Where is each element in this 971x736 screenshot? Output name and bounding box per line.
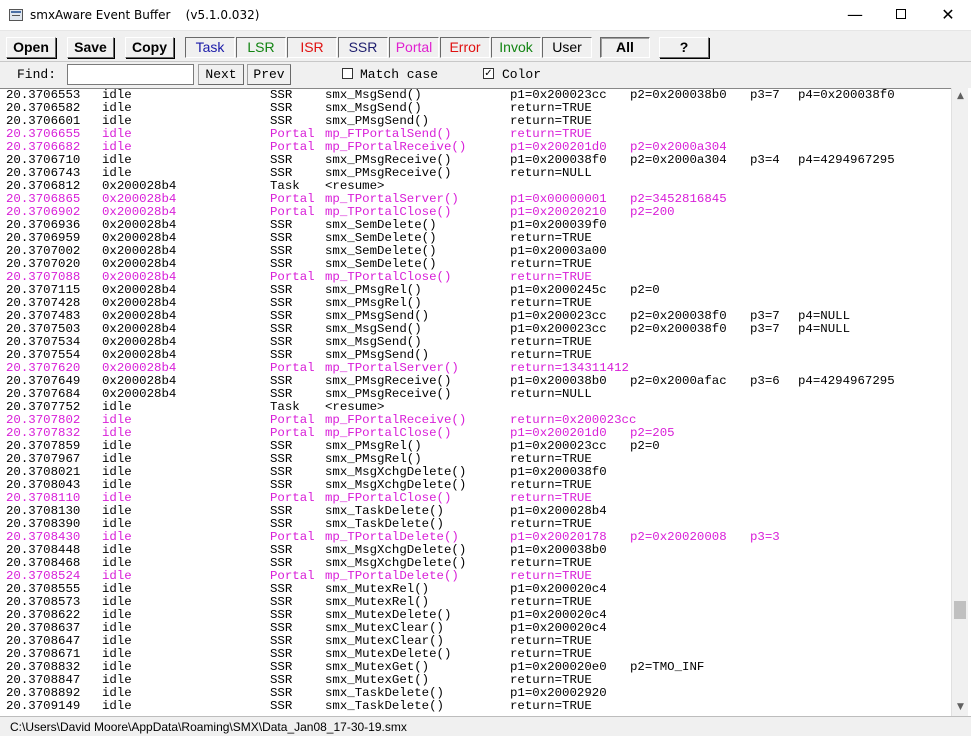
log-row[interactable]: 20.3706710 idle SSR smx_PMsgReceive() p1=0x2… [0, 154, 951, 167]
log-param2: p2=0x2000afac [630, 374, 727, 388]
find-label: Find: [17, 67, 57, 82]
log-param2: p2=0x20020008 [630, 530, 727, 544]
filter-portal-button[interactable]: Portal [389, 37, 439, 58]
log-row[interactable]: 20.3708832 idle SSR smx_MutexGet() p1=0x2000… [0, 661, 951, 674]
log-param3: p3=4 [750, 153, 780, 167]
log-param2: p2=TMO_INF [630, 660, 705, 674]
match-case-label: Match case [360, 67, 439, 82]
app-icon [9, 9, 23, 21]
log-param4: p4=NULL [798, 322, 851, 336]
log-row[interactable]: 20.3708390 idle SSR smx_TaskDelete() return=… [0, 518, 951, 531]
log-param4: p4=4294967295 [798, 153, 895, 167]
scroll-down-arrow-icon[interactable]: ▼ [952, 699, 969, 716]
filter-isr-button[interactable]: ISR [287, 37, 337, 58]
file-path: C:\Users\David Moore\AppData\Roaming\SMX… [10, 720, 407, 734]
filter-task-button[interactable]: Task [185, 37, 235, 58]
help-button[interactable]: ? [659, 37, 709, 58]
find-input[interactable] [67, 64, 194, 85]
match-case-checkbox[interactable] [342, 68, 353, 79]
log-row[interactable]: 20.3707752 idle Task <resume> [0, 401, 951, 414]
event-log-list[interactable]: 20.3706553 idle SSR smx_MsgSend() p1=0x20002… [0, 88, 951, 716]
log-row[interactable]: 20.3708043 idle SSR smx_MsgXchgDelete() retu… [0, 479, 951, 492]
scroll-up-arrow-icon[interactable]: ▲ [952, 88, 969, 105]
log-row[interactable]: 20.3707832 idle Portal mp_FPortalClose() p1=… [0, 427, 951, 440]
log-row[interactable]: 20.3708671 idle SSR smx_MutexDelete() return… [0, 648, 951, 661]
toolbar: Open Save Copy Task LSR ISR SSR Portal E… [0, 31, 971, 61]
log-row[interactable]: 20.3708021 idle SSR smx_MsgXchgDelete() p1=0… [0, 466, 951, 479]
log-param2: p2=0 [630, 283, 660, 297]
filter-all-button[interactable]: All [600, 37, 650, 58]
log-param1: return=NULL [510, 166, 592, 180]
log-param4: p4=0x200038f0 [798, 88, 895, 102]
log-param2: p2=200 [630, 205, 675, 219]
log-param3: p3=6 [750, 374, 780, 388]
filter-lsr-button[interactable]: LSR [236, 37, 286, 58]
find-next-button[interactable]: Next [198, 64, 244, 85]
filter-invok-button[interactable]: Invok [491, 37, 541, 58]
log-param1: return=NULL [510, 387, 592, 401]
log-row[interactable]: 20.3707859 idle SSR smx_PMsgRel() p1=0x20002… [0, 440, 951, 453]
log-event-type: SSR [270, 699, 293, 713]
filter-error-button[interactable]: Error [440, 37, 490, 58]
log-row[interactable]: 20.3708555 idle SSR smx_MutexRel() p1=0x2000… [0, 583, 951, 596]
find-bar: Find: Next Prev Match case ✓ Color [0, 61, 971, 88]
log-param3: p3=3 [750, 530, 780, 544]
close-button[interactable]: ✕ [925, 0, 971, 31]
find-prev-button[interactable]: Prev [247, 64, 291, 85]
log-param4: p4=4294967295 [798, 374, 895, 388]
log-row[interactable]: 20.3708637 idle SSR smx_MutexClear() p1=0x20… [0, 622, 951, 635]
color-label: Color [502, 67, 542, 82]
maximize-button[interactable] [878, 0, 924, 31]
log-param2: p2=0x200038f0 [630, 322, 727, 336]
vertical-scrollbar[interactable]: ▲ ▼ [951, 88, 968, 716]
log-param1: return=TRUE [510, 699, 592, 713]
log-param3: p3=7 [750, 322, 780, 336]
log-row[interactable]: 20.3707967 idle SSR smx_PMsgRel() return=TRU… [0, 453, 951, 466]
filter-user-button[interactable]: User [542, 37, 592, 58]
log-row[interactable]: 20.3708622 idle SSR smx_MutexDelete() p1=0x2… [0, 609, 951, 622]
log-row[interactable]: 20.3709149 idle SSR smx_TaskDelete() return=… [0, 700, 951, 713]
log-row[interactable]: 20.3706655 idle Portal mp_FTPortalSend() ret… [0, 128, 951, 141]
log-row[interactable]: 20.3708468 idle SSR smx_MsgXchgDelete() retu… [0, 557, 951, 570]
scroll-thumb[interactable] [954, 601, 966, 619]
minimize-button[interactable]: — [832, 0, 878, 31]
log-row[interactable]: 20.3708524 idle Portal mp_TPortalDelete() re… [0, 570, 951, 583]
log-row[interactable]: 20.3708573 idle SSR smx_MutexRel() return=TR… [0, 596, 951, 609]
open-button[interactable]: Open [6, 37, 56, 58]
log-timestamp: 20.3709149 [6, 699, 81, 713]
window-title: smxAware Event Buffer (v5.1.0.032) [30, 8, 260, 22]
log-param2: p2=0 [630, 439, 660, 453]
log-task: idle [102, 699, 132, 713]
log-row[interactable]: 20.3708847 idle SSR smx_MutexGet() return=TR… [0, 674, 951, 687]
log-param3: p3=7 [750, 88, 780, 102]
log-row[interactable]: 20.3706582 idle SSR smx_MsgSend() return=TRU… [0, 102, 951, 115]
log-param2: p2=0x200038b0 [630, 88, 727, 102]
log-row[interactable]: 20.3708110 idle Portal mp_FPortalClose() ret… [0, 492, 951, 505]
log-row[interactable]: 20.3706601 idle SSR smx_PMsgSend() return=TR… [0, 115, 951, 128]
status-bar: C:\Users\David Moore\AppData\Roaming\SMX… [0, 716, 971, 736]
color-checkbox[interactable]: ✓ [483, 68, 494, 79]
log-row[interactable]: 20.3707802 idle Portal mp_FPortalReceive() r… [0, 414, 951, 427]
filter-ssr-button[interactable]: SSR [338, 37, 388, 58]
log-param2: p2=0x2000a304 [630, 153, 727, 167]
save-button[interactable]: Save [67, 37, 114, 58]
log-row[interactable]: 20.3708130 idle SSR smx_TaskDelete() p1=0x20… [0, 505, 951, 518]
log-row[interactable]: 20.3708448 idle SSR smx_MsgXchgDelete() p1=0… [0, 544, 951, 557]
maximize-icon [896, 9, 906, 19]
log-row[interactable]: 20.3707684 0x200028b4 SSR smx_PMsgReceive()… [0, 388, 951, 401]
copy-button[interactable]: Copy [125, 37, 174, 58]
log-row[interactable]: 20.3708647 idle SSR smx_MutexClear() return=… [0, 635, 951, 648]
log-row[interactable]: 20.3708430 idle Portal mp_TPortalDelete() p1… [0, 531, 951, 544]
log-row[interactable]: 20.3708892 idle SSR smx_TaskDelete() p1=0x20… [0, 687, 951, 700]
log-function: smx_TaskDelete() [325, 699, 444, 713]
title-bar: smxAware Event Buffer (v5.1.0.032) — ✕ [0, 0, 971, 31]
log-row[interactable]: 20.3706553 idle SSR smx_MsgSend() p1=0x20002… [0, 89, 951, 102]
